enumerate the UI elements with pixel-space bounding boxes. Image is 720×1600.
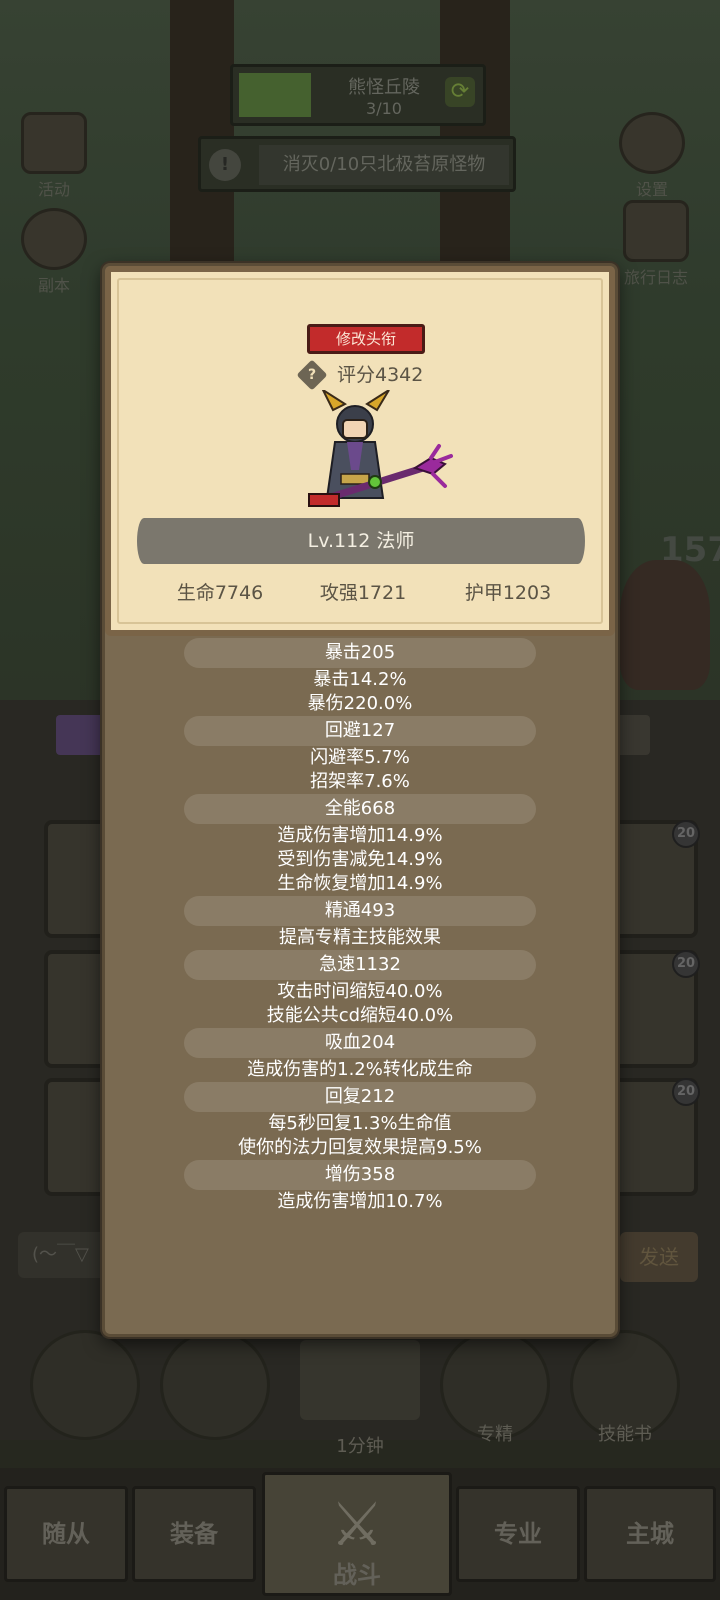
stat-group-header: 精通493 xyxy=(184,896,536,926)
stat-line: 造成伤害的1.2%转化成生命 xyxy=(247,1059,473,1080)
stat-line: 使你的法力回复效果提高9.5% xyxy=(238,1137,482,1158)
stat-line: 暴伤220.0% xyxy=(307,693,413,714)
stat-group-header: 暴击205 xyxy=(184,638,536,668)
stat-group-header: 全能668 xyxy=(184,794,536,824)
stat-line: 技能公共cd缩短40.0% xyxy=(266,1005,454,1026)
stat-armor: 护甲1203 xyxy=(464,582,552,604)
secondary-stats-list: 暴击205 暴击14.2% 暴伤220.0% 回避127 闪避率5.7% 招架率… xyxy=(105,638,615,1214)
change-title-button[interactable]: 修改头衔 xyxy=(307,324,425,354)
stat-group-header: 急速1132 xyxy=(184,950,536,980)
stat-line: 暴击14.2% xyxy=(313,669,407,690)
stat-attack-power: 攻强1721 xyxy=(319,582,407,604)
stat-line: 造成伤害增加10.7% xyxy=(277,1191,443,1212)
stat-line: 造成伤害增加14.9% xyxy=(277,825,443,846)
stat-group-header: 回避127 xyxy=(184,716,536,746)
stat-group-header: 增伤358 xyxy=(184,1160,536,1190)
stat-group-header: 吸血204 xyxy=(184,1028,536,1058)
stat-group-header: 回复212 xyxy=(184,1082,536,1112)
help-icon[interactable]: ? xyxy=(296,359,328,391)
score-row: ? 评分4342 xyxy=(281,359,461,391)
stat-line: 闪避率5.7% xyxy=(310,747,410,768)
character-stats-panel: 修改头衔 ? 评分4342 Lv.112 法师 生命7746 攻强1721 护甲… xyxy=(102,263,618,1337)
stat-line: 受到伤害减免14.9% xyxy=(277,849,443,870)
stat-line: 攻击时间缩短40.0% xyxy=(277,981,443,1002)
stat-line: 提高专精主技能效果 xyxy=(279,927,441,948)
stat-line: 生命恢复增加14.9% xyxy=(277,873,443,894)
stat-health: 生命7746 xyxy=(176,582,264,604)
mage-character-sprite xyxy=(308,390,453,507)
level-class-banner: Lv.112 法师 xyxy=(137,518,585,564)
stat-line: 招架率7.6% xyxy=(310,771,410,792)
character-card: 修改头衔 ? 评分4342 Lv.112 法师 生命7746 攻强1721 护甲… xyxy=(105,266,615,636)
score-text: 评分4342 xyxy=(337,364,424,386)
stat-line: 每5秒回复1.3%生命值 xyxy=(268,1113,452,1134)
